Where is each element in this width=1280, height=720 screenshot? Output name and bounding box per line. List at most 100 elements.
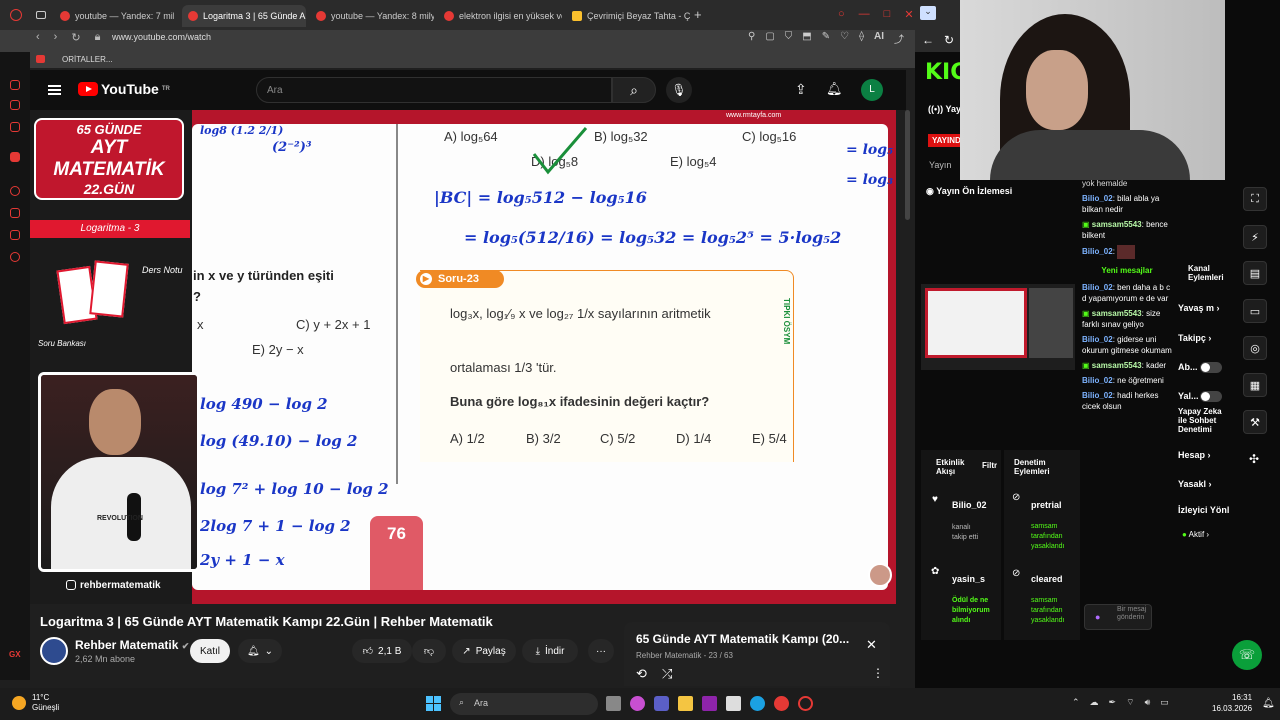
playlist-close-icon[interactable]: ✕ (866, 637, 877, 653)
share-icon[interactable]: ⤴ (894, 31, 904, 46)
notifications-bell-icon[interactable]: 🔔︎ (826, 81, 843, 97)
fullscreen-icon[interactable]: ⛶ (1243, 187, 1267, 211)
tray-chevron-icon[interactable]: ⌃ (1072, 697, 1080, 708)
activity-filter[interactable]: Filtr (982, 461, 997, 470)
shield-icon[interactable]: ⛉ (785, 31, 793, 46)
more-actions-button[interactable]: ··· (588, 639, 614, 663)
pen-icon[interactable]: ✒ (1109, 697, 1117, 708)
loop-icon[interactable]: ⟲ (636, 666, 647, 682)
mod-user-2[interactable]: cleared (1031, 574, 1063, 584)
emotes-toggle[interactable] (1200, 391, 1222, 402)
task-view-icon[interactable] (606, 696, 621, 711)
extensions-icon[interactable]: ⟠ (859, 31, 864, 46)
share-button[interactable]: ↗ Paylaş (452, 639, 516, 663)
calculator-icon[interactable] (726, 696, 741, 711)
kick-chat-button[interactable]: ☏ (1232, 640, 1262, 670)
account-avatar[interactable]: L (861, 79, 883, 101)
maximize-icon[interactable]: □ (884, 8, 891, 21)
menu-slow-mode[interactable]: Yavaş m › (1178, 303, 1220, 313)
sidebar-send-icon[interactable] (10, 208, 20, 218)
file-explorer-icon[interactable] (678, 696, 693, 711)
document-icon[interactable]: ▤ (1243, 261, 1267, 285)
tab-beyaz-tahta[interactable]: Çevrimiçi Beyaz Tahta - Ço (566, 5, 690, 27)
bookmark-oritaller[interactable]: ORİTALLER... (62, 55, 113, 64)
new-tab-button[interactable]: + (694, 7, 702, 22)
workspaces-icon[interactable] (36, 11, 46, 19)
sidebar-gx-icon[interactable]: GX (9, 650, 21, 659)
tab-elektron[interactable]: elektron ilgisi en yüksek vo (438, 5, 562, 27)
menu-viewer-guide[interactable]: İzleyici Yönl (1178, 505, 1229, 515)
upload-icon[interactable]: ⇪ (795, 81, 807, 98)
hamburger-menu-icon[interactable] (48, 85, 61, 95)
menu-account[interactable]: Hesap › (1178, 450, 1211, 460)
tab-yandex-2[interactable]: youtube — Yandex: 8 milyo (310, 5, 434, 27)
weather-widget[interactable]: 11°C Güneşli (12, 693, 59, 713)
lightning-icon[interactable]: ⚡︎ (1243, 225, 1267, 249)
reload-icon[interactable]: ↻ (71, 31, 80, 44)
browser-menu-icon[interactable] (10, 9, 22, 21)
taskbar-search[interactable]: ⌕ Ara (450, 693, 598, 715)
notification-icon[interactable]: 🔔︎ (1262, 698, 1275, 709)
sidebar-history-icon[interactable] (10, 230, 20, 240)
ai-button[interactable]: AI (874, 31, 884, 46)
clock[interactable]: 16:31 16.03.2026 (1212, 692, 1252, 714)
stream-dropdown-icon[interactable]: ⌄ (920, 6, 936, 20)
stream-reload-icon[interactable]: ↻ (944, 33, 954, 47)
sidebar-twitch-icon[interactable] (10, 152, 20, 162)
app-p-icon[interactable] (702, 696, 717, 711)
broadcast-settings-icon[interactable]: ◎ (1243, 336, 1267, 360)
chat-bubble-icon[interactable]: ▭ (1243, 299, 1267, 323)
copilot-icon[interactable] (630, 696, 645, 711)
tab-logaritma[interactable]: Logaritma 3 | 65 Günde A (182, 5, 306, 27)
notification-bell-button[interactable]: 🔔︎ ⌄ (238, 639, 282, 663)
menu-subscribers[interactable]: Ab... (1178, 362, 1198, 372)
search-tabs-icon[interactable]: ○ (838, 8, 845, 21)
wrench-icon[interactable]: ⚒ (1243, 410, 1267, 434)
save-icon[interactable]: ⬒ (802, 31, 811, 46)
dislike-button[interactable]: 👎︎ (412, 639, 446, 663)
chrome-icon[interactable] (774, 696, 789, 711)
join-button[interactable]: Katıl (190, 639, 230, 663)
shuffle-icon[interactable]: ⤮ (662, 666, 672, 682)
battery-icon[interactable]: ▭ (1160, 697, 1169, 708)
youtube-search-input[interactable]: Ara (256, 77, 612, 103)
layout-icon[interactable]: ▦ (1243, 373, 1267, 397)
edge-icon[interactable] (750, 696, 765, 711)
menu-followers[interactable]: Takipç › (1178, 333, 1211, 343)
subscribers-toggle[interactable] (1200, 362, 1222, 373)
sidebar-settings-icon[interactable] (10, 252, 20, 262)
volume-icon[interactable]: 🔊︎ (1145, 697, 1151, 708)
screenshot-icon[interactable]: ▢ (765, 31, 774, 46)
forward-icon[interactable]: › (54, 31, 58, 44)
opera-gx-icon[interactable] (798, 696, 813, 711)
wifi-icon[interactable]: ⌔ (1126, 697, 1134, 708)
edit-icon[interactable]: ✎ (822, 31, 830, 46)
youtube-logo[interactable]: YouTube TR (78, 81, 170, 97)
sidebar-messenger-icon[interactable] (10, 80, 20, 90)
sidebar-player-icon[interactable] (10, 186, 20, 196)
extensions-icon[interactable]: ✣ (1249, 452, 1259, 466)
menu-bans[interactable]: Yasakl › (1178, 479, 1212, 489)
activity-user-2[interactable]: yasin_s (952, 574, 985, 584)
activity-user-1[interactable]: Bilio_02 (952, 500, 987, 510)
onedrive-icon[interactable]: ☁ (1090, 697, 1099, 708)
playlist-more-icon[interactable]: ⋮ (872, 666, 884, 680)
pin-icon[interactable]: ⚲ (748, 31, 755, 46)
url-field[interactable]: www.youtube.com/watch (112, 31, 211, 43)
voice-search-button[interactable]: 🎙︎ (666, 77, 692, 103)
stream-back-icon[interactable]: ← (922, 33, 934, 47)
download-button[interactable]: ⤓ İndir (522, 639, 578, 663)
start-button[interactable] (426, 696, 441, 711)
sidebar-mail-icon[interactable] (10, 100, 20, 110)
menu-emotes[interactable]: Yal... (1178, 391, 1199, 401)
channel-avatar[interactable] (40, 637, 68, 665)
tab-yandex-1[interactable]: youtube — Yandex: 7 milyo (54, 5, 174, 27)
teams-icon[interactable] (654, 696, 669, 711)
chat-input[interactable]: ● Bir mesaj gönderin (1084, 604, 1152, 630)
playlist-title[interactable]: 65 Günde AYT Matematik Kampı (20... (636, 632, 849, 646)
channel-name[interactable]: Rehber Matematik ✔ (75, 638, 189, 652)
sidebar-notes-icon[interactable] (10, 122, 20, 132)
minimize-icon[interactable]: — (859, 8, 870, 21)
mod-user-1[interactable]: pretrial (1031, 500, 1062, 510)
search-button[interactable]: ⌕ (612, 77, 656, 103)
